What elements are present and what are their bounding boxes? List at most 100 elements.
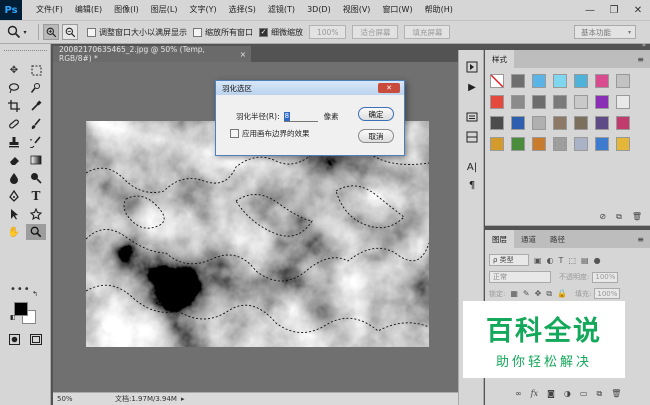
dialog-title-bar[interactable]: 羽化选区	[216, 81, 404, 95]
move-tool-icon[interactable]: ✥	[4, 62, 24, 78]
history-panel-icon[interactable]	[465, 60, 479, 74]
close-button[interactable]: ✕	[626, 0, 650, 20]
style-swatch[interactable]	[595, 95, 609, 109]
style-swatch[interactable]	[511, 116, 525, 130]
layer-style-icon[interactable]: fx	[531, 389, 538, 399]
style-swatch[interactable]	[574, 137, 588, 151]
actions-panel-icon[interactable]: ▶	[465, 80, 479, 94]
screen-mode-icon[interactable]	[30, 334, 42, 348]
style-swatch[interactable]	[532, 137, 546, 151]
filter-toggle-icon[interactable]: ●	[594, 256, 601, 265]
dodge-tool-icon[interactable]	[26, 170, 46, 186]
tab-layers-0[interactable]: 图层	[485, 230, 514, 248]
menu-item[interactable]: 图像(I)	[108, 0, 145, 20]
style-swatch[interactable]	[490, 137, 504, 151]
shape-tool-icon[interactable]	[26, 206, 46, 222]
style-swatch[interactable]	[511, 95, 525, 109]
filter-smart-icon[interactable]: ▤	[581, 256, 589, 265]
collapse-panels-icon[interactable]: »	[642, 41, 646, 49]
menu-item[interactable]: 帮助(H)	[419, 0, 459, 20]
filter-shape-icon[interactable]: ⬚	[568, 256, 576, 265]
lock-all-icon[interactable]: 🔒	[557, 289, 567, 298]
blend-mode-select[interactable]: 正常	[489, 271, 551, 283]
scrubby-zoom-option[interactable]: ✓ 细微缩放	[259, 27, 303, 38]
zoom-all-option[interactable]: 缩放所有窗口	[193, 27, 253, 38]
style-swatch[interactable]	[616, 137, 630, 151]
eyedropper-tool-icon[interactable]	[26, 98, 46, 114]
style-swatch[interactable]	[553, 137, 567, 151]
lasso-tool-icon[interactable]	[4, 80, 24, 96]
close-document-icon[interactable]: ×	[240, 50, 246, 59]
tab-styles[interactable]: 样式	[485, 50, 514, 68]
apply-canvas-bounds-checkbox[interactable]	[230, 129, 239, 138]
link-layers-icon[interactable]: ∞	[515, 389, 522, 399]
zoom-all-checkbox[interactable]	[193, 27, 202, 37]
resize-windows-option[interactable]: 调整窗口大小以满屏显示	[87, 27, 187, 38]
feather-radius-input[interactable]: 8	[283, 111, 318, 122]
zoom-in-icon[interactable]	[43, 24, 59, 40]
style-swatch[interactable]	[574, 95, 588, 109]
pen-tool-icon[interactable]	[4, 188, 24, 204]
more-tools-icon[interactable]: •••	[10, 284, 31, 295]
filter-pixel-icon[interactable]: ▣	[534, 256, 542, 265]
brush-tool-icon[interactable]	[26, 116, 46, 132]
new-layer-icon[interactable]: ⧉	[596, 389, 602, 399]
delete-layer-icon[interactable]: 🗑	[611, 389, 621, 399]
zoom-tool-preset-icon[interactable]: ▾	[0, 22, 34, 42]
style-swatch[interactable]	[595, 116, 609, 130]
style-swatch[interactable]	[553, 95, 567, 109]
swap-colors-icon[interactable]: ↰	[32, 290, 38, 298]
tab-layers-2[interactable]: 路径	[543, 230, 572, 248]
style-swatch[interactable]	[490, 95, 504, 109]
zoom-tool-icon[interactable]	[26, 224, 46, 240]
menu-item[interactable]: 3D(D)	[301, 0, 337, 20]
toolbar-grip[interactable]	[4, 50, 47, 54]
menu-item[interactable]: 编辑(E)	[69, 0, 108, 20]
default-colors-icon[interactable]: ◧	[10, 314, 16, 321]
properties-panel-icon[interactable]	[465, 110, 479, 124]
workspace-select[interactable]: 基本功能 ▾	[574, 25, 636, 39]
healing-brush-tool-icon[interactable]	[4, 116, 24, 132]
clone-stamp-tool-icon[interactable]	[4, 134, 24, 150]
menu-item[interactable]: 文字(Y)	[183, 0, 222, 20]
layer-mask-icon[interactable]: ◙	[547, 389, 555, 399]
gradient-tool-icon[interactable]	[26, 152, 46, 168]
resize-windows-checkbox[interactable]	[87, 27, 96, 37]
style-swatch[interactable]	[553, 74, 567, 88]
menu-item[interactable]: 滤镜(T)	[262, 0, 301, 20]
menu-item[interactable]: 文件(F)	[30, 0, 69, 20]
adjustment-layer-icon[interactable]: ◑	[564, 389, 571, 399]
fill-input[interactable]: 100%	[594, 288, 621, 299]
tab-layers-1[interactable]: 通道	[514, 230, 543, 248]
crop-tool-icon[interactable]	[4, 98, 24, 114]
style-swatch[interactable]	[616, 95, 630, 109]
zoom-out-icon[interactable]	[62, 24, 78, 40]
clear-style-icon[interactable]: ⊘	[599, 212, 606, 222]
minimize-button[interactable]: —	[578, 0, 602, 20]
style-swatch[interactable]	[532, 95, 546, 109]
style-swatch[interactable]	[595, 74, 609, 88]
new-style-icon[interactable]: ⧉	[616, 212, 622, 222]
history-brush-tool-icon[interactable]	[26, 134, 46, 150]
lock-image-icon[interactable]: ✎	[523, 289, 530, 298]
character-panel-icon[interactable]: A|	[465, 160, 479, 174]
type-tool-icon[interactable]: T	[26, 188, 46, 204]
style-swatch[interactable]	[616, 74, 630, 88]
layer-kind-select[interactable]: ρ 类型	[489, 254, 529, 266]
lock-transparent-icon[interactable]: ▦	[510, 289, 518, 298]
info-panel-icon[interactable]	[465, 130, 479, 144]
fit-screen-button[interactable]: 适合屏幕	[352, 25, 399, 39]
new-group-icon[interactable]: ▭	[580, 389, 588, 399]
scrubby-zoom-checkbox[interactable]: ✓	[259, 27, 268, 37]
lock-position-icon[interactable]: ✥	[535, 289, 542, 298]
style-swatch[interactable]	[532, 74, 546, 88]
foreground-color-swatch[interactable]	[14, 302, 28, 316]
quick-selection-tool-icon[interactable]	[26, 80, 46, 96]
menu-item[interactable]: 选择(S)	[223, 0, 262, 20]
style-swatch[interactable]	[595, 137, 609, 151]
style-swatch[interactable]	[553, 116, 567, 130]
cancel-button[interactable]: 取消	[358, 129, 394, 143]
menu-item[interactable]: 图层(L)	[145, 0, 184, 20]
opacity-input[interactable]: 100%	[592, 271, 619, 283]
apply-canvas-bounds-option[interactable]: 应用画布边界的效果	[230, 128, 310, 139]
